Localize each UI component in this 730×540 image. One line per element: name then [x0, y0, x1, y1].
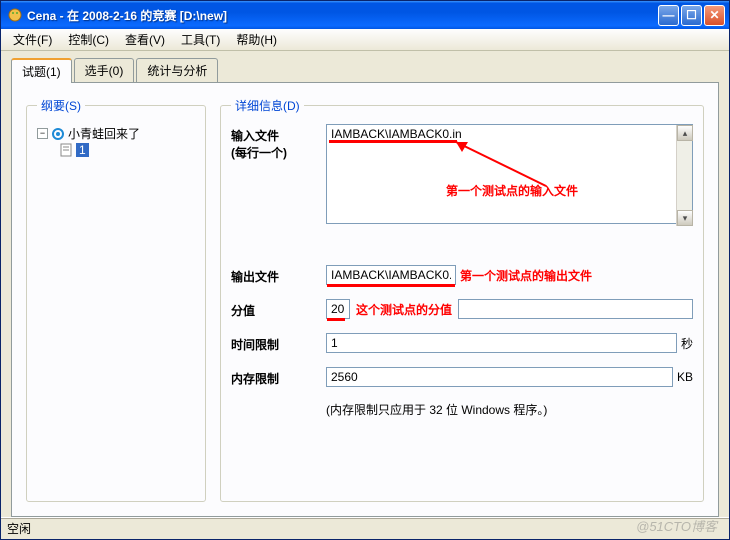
tree-collapse-icon[interactable]: − [37, 128, 48, 139]
time-suffix: 秒 [681, 335, 693, 352]
tab-stats[interactable]: 统计与分析 [136, 58, 218, 82]
output-file-field[interactable] [326, 265, 456, 285]
mem-limit-field[interactable] [326, 367, 673, 387]
mem-limit-label: 内存限制 [231, 367, 326, 387]
tab-strip: 试题(1) 选手(0) 统计与分析 [11, 57, 719, 82]
input-file-label: 输入文件 (每行一个) [231, 124, 326, 161]
tree-view[interactable]: − 小青蛙回来了 1 [37, 124, 195, 157]
tree-root-row[interactable]: − 小青蛙回来了 [37, 124, 195, 143]
close-button[interactable]: ✕ [704, 5, 725, 26]
minimize-button[interactable]: — [658, 5, 679, 26]
annotation-output: 第一个测试点的输出文件 [460, 267, 592, 284]
document-icon [59, 143, 73, 157]
output-file-label: 输出文件 [231, 265, 326, 285]
app-window: Cena - 在 2008-2-16 的竞赛 [D:\new] — ☐ ✕ 文件… [0, 0, 730, 540]
menu-file[interactable]: 文件(F) [5, 29, 60, 50]
app-icon [7, 7, 23, 23]
scroll-up-icon[interactable]: ▴ [677, 125, 693, 141]
tree-child-label: 1 [76, 143, 89, 157]
score-field[interactable] [326, 299, 350, 319]
tab-problems[interactable]: 试题(1) [11, 58, 72, 83]
tree-child-row[interactable]: 1 [59, 143, 195, 157]
titlebar[interactable]: Cena - 在 2008-2-16 的竞赛 [D:\new] — ☐ ✕ [1, 1, 729, 29]
menu-control[interactable]: 控制(C) [60, 29, 117, 50]
annotation-score: 这个测试点的分值 [356, 301, 452, 318]
tab-panel: 纲要(S) − 小青蛙回来了 1 详细信息(D) [11, 82, 719, 517]
input-file-field[interactable]: IAMBACK\IAMBACK0.in [326, 124, 693, 224]
tab-players[interactable]: 选手(0) [74, 58, 135, 82]
menubar: 文件(F) 控制(C) 查看(V) 工具(T) 帮助(H) [1, 29, 729, 51]
window-title: Cena - 在 2008-2-16 的竞赛 [D:\new] [27, 7, 658, 24]
mem-suffix: KB [677, 370, 693, 384]
detail-legend: 详细信息(D) [231, 97, 304, 114]
menu-view[interactable]: 查看(V) [117, 29, 173, 50]
outline-group: 纲要(S) − 小青蛙回来了 1 [26, 97, 206, 502]
gear-icon [51, 127, 65, 141]
tree-root-label: 小青蛙回来了 [68, 125, 140, 142]
statusbar: 空闲 [1, 517, 729, 539]
outline-legend: 纲要(S) [37, 97, 85, 114]
mem-note: (内存限制只应用于 32 位 Windows 程序。) [326, 401, 693, 418]
scroll-down-icon[interactable]: ▾ [677, 210, 693, 226]
maximize-button[interactable]: ☐ [681, 5, 702, 26]
detail-group: 详细信息(D) 输入文件 (每行一个) IAMBACK\IAMBACK0.in … [220, 97, 704, 502]
content-area: 试题(1) 选手(0) 统计与分析 纲要(S) − 小青蛙回来了 1 [1, 51, 729, 517]
menu-tools[interactable]: 工具(T) [173, 29, 228, 50]
menu-help[interactable]: 帮助(H) [228, 29, 285, 50]
time-limit-field[interactable] [326, 333, 677, 353]
status-text: 空闲 [7, 520, 31, 537]
scrollbar[interactable]: ▴ ▾ [676, 125, 692, 226]
time-limit-label: 时间限制 [231, 333, 326, 353]
score-label: 分值 [231, 299, 326, 319]
